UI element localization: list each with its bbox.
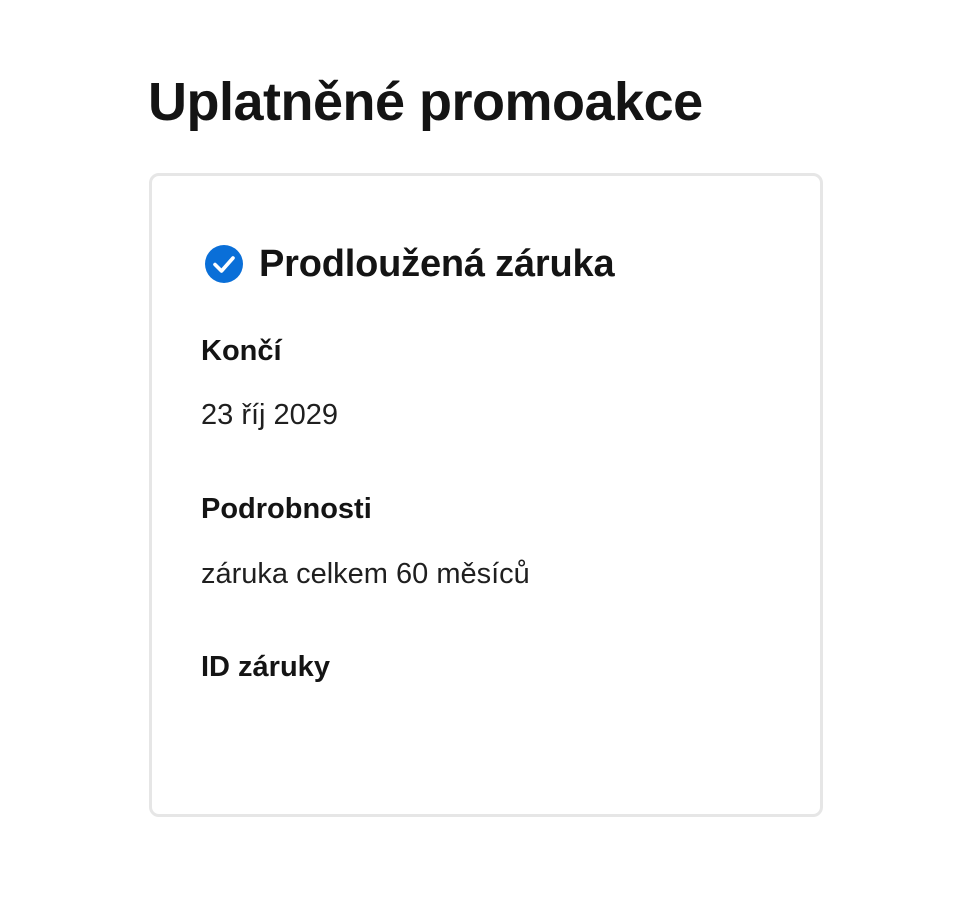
check-circle-icon: [204, 244, 244, 284]
page-title: Uplatněné promoakce: [148, 72, 703, 132]
promo-title: Prodloužená záruka: [259, 242, 615, 285]
ends-label: Končí: [201, 335, 282, 367]
promo-card-header: Prodloužená záruka: [204, 242, 615, 286]
warranty-id-label: ID záruky: [201, 651, 330, 683]
promo-card: Prodloužená záruka Končí 23 říj 2029 Pod…: [149, 173, 823, 817]
ends-value: 23 říj 2029: [201, 399, 339, 431]
details-value: záruka celkem 60 měsíců: [201, 558, 530, 590]
details-label: Podrobnosti: [201, 493, 372, 525]
